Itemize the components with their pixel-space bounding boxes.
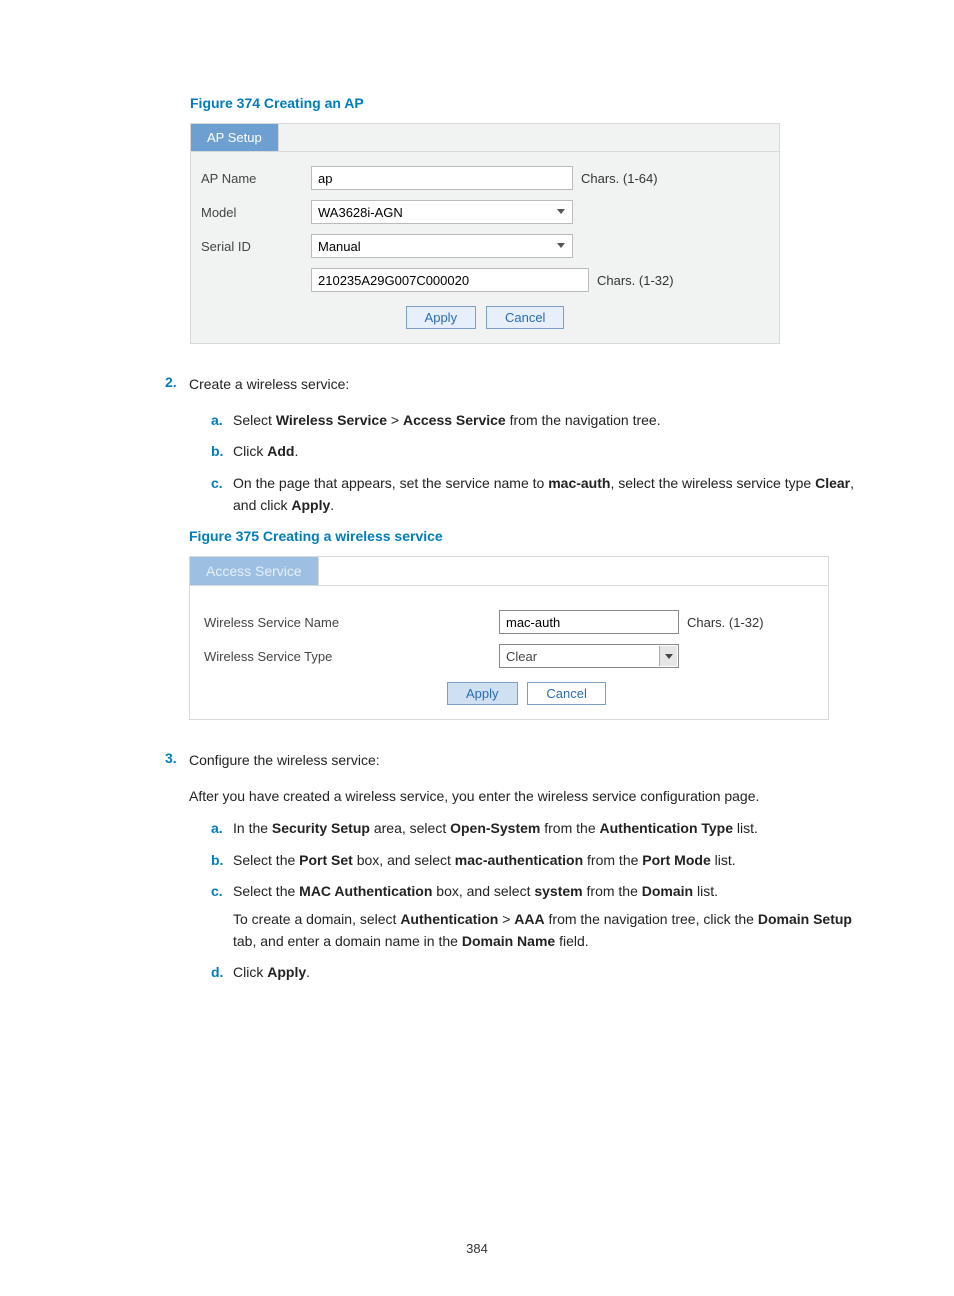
- t: from the: [583, 883, 642, 899]
- t: Port Set: [299, 852, 353, 868]
- ws-type-select[interactable]: Clear: [499, 644, 679, 668]
- step-3c-extra: To create a domain, select Authenticatio…: [233, 909, 864, 952]
- step-3-num: 3.: [165, 750, 177, 766]
- t: Select: [233, 412, 276, 428]
- t: .: [330, 497, 334, 513]
- step-2b-alpha: b.: [211, 441, 223, 463]
- step-2a: a. Select Wireless Service > Access Serv…: [211, 410, 864, 432]
- step-2-title: Create a wireless service:: [189, 376, 349, 392]
- t: Access Service: [403, 412, 506, 428]
- t: On the page that appears, set the servic…: [233, 475, 548, 491]
- page-number: 384: [0, 1241, 954, 1256]
- t: list.: [711, 852, 736, 868]
- t: Click: [233, 443, 267, 459]
- step-3a: a. In the Security Setup area, select Op…: [211, 818, 864, 840]
- step-2b: b. Click Add.: [211, 441, 864, 463]
- t: Wireless Service: [276, 412, 387, 428]
- t: .: [306, 964, 310, 980]
- tab-rest: [319, 557, 828, 586]
- apply-button[interactable]: Apply: [406, 306, 477, 329]
- tab-ap-setup[interactable]: AP Setup: [191, 124, 279, 152]
- t: mac-auth: [548, 475, 610, 491]
- model-select[interactable]: [311, 200, 573, 224]
- step-2c: c. On the page that appears, set the ser…: [211, 473, 864, 516]
- figure-375-title: Figure 375 Creating a wireless service: [189, 528, 864, 544]
- apply-button[interactable]: Apply: [447, 682, 518, 705]
- t: .: [294, 443, 298, 459]
- cancel-button[interactable]: Cancel: [486, 306, 564, 329]
- step-3-intro: After you have created a wireless servic…: [189, 786, 864, 808]
- step-2a-alpha: a.: [211, 410, 223, 432]
- ws-type-value: Clear: [506, 649, 537, 664]
- t: Domain Setup: [758, 911, 852, 927]
- label-model: Model: [201, 205, 311, 220]
- figure-374-title: Figure 374 Creating an AP: [190, 95, 864, 111]
- t: box, and select: [353, 852, 455, 868]
- chevron-down-icon: [659, 646, 677, 666]
- step-3b: b. Select the Port Set box, and select m…: [211, 850, 864, 872]
- t: Authentication Type: [600, 820, 734, 836]
- t: area, select: [370, 820, 450, 836]
- t: Add: [267, 443, 294, 459]
- t: Domain: [642, 883, 693, 899]
- t: Authentication: [400, 911, 498, 927]
- t: To create a domain, select: [233, 911, 400, 927]
- t: Port Mode: [642, 852, 710, 868]
- step-3: 3. Configure the wireless service: After…: [165, 750, 864, 984]
- step-3b-alpha: b.: [211, 850, 223, 872]
- step-3d-alpha: d.: [211, 962, 223, 984]
- step-3c-alpha: c.: [211, 881, 223, 903]
- t: >: [498, 911, 514, 927]
- t: Select the: [233, 883, 299, 899]
- step-2: 2. Create a wireless service: a. Select …: [165, 374, 864, 720]
- step-3c: c. Select the MAC Authentication box, an…: [211, 881, 864, 952]
- t: Domain Name: [462, 933, 555, 949]
- serial-id-select[interactable]: [311, 234, 573, 258]
- t: Click: [233, 964, 267, 980]
- t: field.: [555, 933, 588, 949]
- tab-access-service[interactable]: Access Service: [190, 557, 319, 586]
- t: , select the wireless service type: [610, 475, 815, 491]
- t: >: [387, 412, 403, 428]
- t: box, and select: [432, 883, 534, 899]
- step-3d: d. Click Apply.: [211, 962, 864, 984]
- ws-name-input[interactable]: [499, 610, 679, 634]
- step-2-num: 2.: [165, 374, 177, 390]
- t: mac-authentication: [455, 852, 583, 868]
- ap-name-input[interactable]: [311, 166, 573, 190]
- t: system: [534, 883, 582, 899]
- label-serial-id: Serial ID: [201, 239, 311, 254]
- label-ws-type: Wireless Service Type: [204, 649, 499, 664]
- hint-ap-name: Chars. (1-64): [581, 171, 658, 186]
- label-ap-name: AP Name: [201, 171, 311, 186]
- t: Open-System: [450, 820, 540, 836]
- t: Select the: [233, 852, 299, 868]
- hint-ws-name: Chars. (1-32): [687, 615, 764, 630]
- step-2c-alpha: c.: [211, 473, 223, 495]
- t: list.: [733, 820, 758, 836]
- t: tab, and enter a domain name in the: [233, 933, 462, 949]
- hint-serial: Chars. (1-32): [597, 273, 674, 288]
- step-3-title: Configure the wireless service:: [189, 752, 380, 768]
- t: from the navigation tree, click the: [545, 911, 758, 927]
- t: Clear: [815, 475, 850, 491]
- ap-setup-panel: AP Setup AP Name Chars. (1-64) Model Ser…: [190, 123, 780, 344]
- step-3a-alpha: a.: [211, 818, 223, 840]
- t: AAA: [514, 911, 544, 927]
- t: from the navigation tree.: [506, 412, 661, 428]
- t: Security Setup: [272, 820, 370, 836]
- t: from the: [583, 852, 642, 868]
- t: list.: [693, 883, 718, 899]
- tab-rest: [279, 124, 779, 152]
- t: from the: [540, 820, 599, 836]
- t: Apply: [291, 497, 330, 513]
- t: In the: [233, 820, 272, 836]
- label-ws-name: Wireless Service Name: [204, 615, 499, 630]
- t: Apply: [267, 964, 306, 980]
- serial-value-input[interactable]: [311, 268, 589, 292]
- access-service-panel: Access Service Wireless Service Name Cha…: [189, 556, 829, 720]
- t: MAC Authentication: [299, 883, 432, 899]
- cancel-button[interactable]: Cancel: [527, 682, 605, 705]
